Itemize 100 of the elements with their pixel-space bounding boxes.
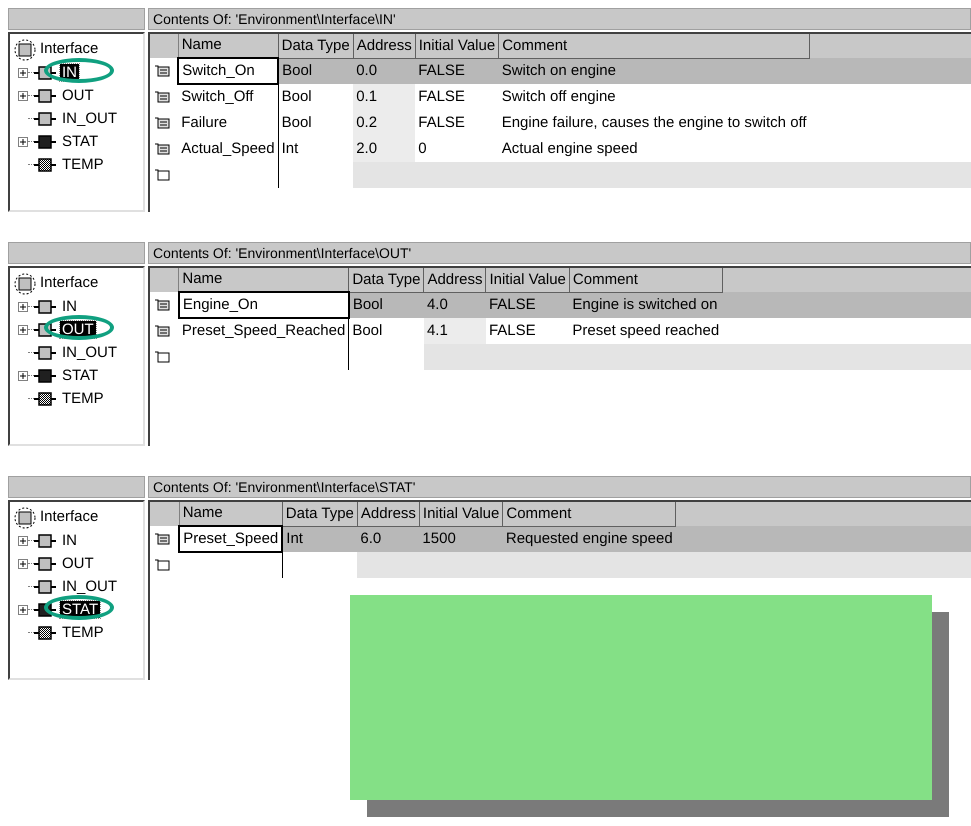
tree-item[interactable]: OUT xyxy=(60,320,96,338)
interface-icon xyxy=(14,506,36,528)
table-cell: Int xyxy=(282,526,358,552)
tree-root-label[interactable]: Interface xyxy=(40,38,98,61)
column-header[interactable]: Name xyxy=(179,502,282,526)
tree-item[interactable]: OUT xyxy=(60,554,96,572)
expand-icon[interactable] xyxy=(18,90,28,100)
table-row[interactable]: Preset_Speed_Reached Bool 4.1 FALSE Preset speed reached xyxy=(150,318,971,344)
block-icon xyxy=(34,346,56,360)
block-icon xyxy=(34,602,56,616)
tree-item[interactable]: IN_OUT xyxy=(60,344,120,360)
table-row[interactable]: Switch_Off Bool 0.1 FALSE Switch off engine xyxy=(150,84,971,110)
column-header[interactable]: Initial Value xyxy=(415,34,499,58)
expand-icon[interactable] xyxy=(18,136,28,146)
column-header[interactable]: Data Type xyxy=(282,502,358,526)
column-header[interactable]: Address xyxy=(424,268,486,292)
tree-item[interactable]: STAT xyxy=(60,132,100,150)
table-cell: Bool xyxy=(348,318,424,344)
tree-item[interactable]: IN xyxy=(60,64,79,80)
table-cell: Engine is switched on xyxy=(569,292,722,318)
tree-item[interactable]: TEMP xyxy=(60,156,106,172)
tree-item[interactable]: TEMP xyxy=(60,390,106,406)
new-row-icon xyxy=(154,351,172,363)
highlight-ring xyxy=(44,594,114,620)
table-cell: 4.0 xyxy=(424,292,486,318)
tree-root-label[interactable]: Interface xyxy=(40,272,98,295)
block-icon xyxy=(34,322,56,336)
tree-item[interactable]: IN_OUT xyxy=(60,578,120,594)
block-icon xyxy=(34,134,56,148)
expand-icon[interactable] xyxy=(18,324,28,334)
table-cell: Preset_Speed xyxy=(179,526,282,552)
block-icon xyxy=(34,112,56,126)
column-header[interactable]: Data Type xyxy=(348,268,424,292)
interface-icon xyxy=(14,272,36,294)
table-cell: 1500 xyxy=(419,526,503,552)
table-cell: FALSE xyxy=(415,58,499,84)
table-cell: Switch_Off xyxy=(178,84,278,110)
column-header[interactable]: Address xyxy=(353,34,416,58)
tree-root-label[interactable]: Interface xyxy=(40,506,98,529)
row-icon xyxy=(154,65,172,77)
column-header[interactable]: Initial Value xyxy=(486,268,570,292)
block-icon xyxy=(34,580,56,594)
table-row[interactable]: Actual_Speed Int 2.0 0 Actual engine speed xyxy=(150,136,971,162)
tree-item[interactable]: IN xyxy=(60,532,79,548)
tree-item[interactable]: OUT xyxy=(60,86,96,104)
column-header[interactable]: Comment xyxy=(569,268,722,292)
block-icon xyxy=(34,66,56,80)
table-cell: Bool xyxy=(278,84,354,110)
new-row-icon xyxy=(154,169,172,181)
table-row[interactable]: Preset_Speed Int 6.0 1500 Requested engine speed xyxy=(150,526,971,552)
interface-icon xyxy=(14,38,36,60)
table-cell: FALSE xyxy=(486,318,570,344)
highlight-ring xyxy=(44,58,114,82)
column-header[interactable]: Address xyxy=(357,502,420,526)
table-row[interactable]: Engine_On Bool 4.0 FALSE Engine is switched on xyxy=(150,292,971,318)
block-icon xyxy=(34,158,56,172)
table-cell: Preset speed reached xyxy=(569,318,722,344)
tree-item[interactable]: TEMP xyxy=(60,624,106,640)
row-icon xyxy=(154,533,172,545)
block-icon xyxy=(34,300,56,314)
table-cell: Engine_On xyxy=(178,292,349,318)
block-icon xyxy=(34,88,56,102)
table-row[interactable]: Failure Bool 0.2 FALSE Engine failure, causes the engine to switch off xyxy=(150,110,971,136)
tree-item[interactable]: STAT xyxy=(60,366,100,384)
row-icon xyxy=(154,325,172,337)
expand-icon[interactable] xyxy=(18,604,28,614)
table-cell: Switch on engine xyxy=(498,58,810,84)
table-cell: 0.1 xyxy=(353,84,416,110)
table-cell: Bool xyxy=(278,58,354,84)
block-icon xyxy=(34,368,56,382)
row-icon xyxy=(154,117,172,129)
tree-item[interactable]: IN_OUT xyxy=(60,110,120,126)
table-cell: Bool xyxy=(278,110,354,136)
block-icon xyxy=(34,392,56,406)
column-header[interactable]: Name xyxy=(178,268,349,292)
table-cell: Preset_Speed_Reached xyxy=(178,318,349,344)
contents-title: Contents Of: 'Environment\Interface\STAT' xyxy=(148,476,971,498)
column-header[interactable]: Comment xyxy=(498,34,810,58)
expand-icon[interactable] xyxy=(18,536,28,546)
tree-item[interactable]: STAT xyxy=(60,600,100,618)
row-icon xyxy=(154,299,172,311)
table-row[interactable]: Switch_On Bool 0.0 FALSE Switch on engine xyxy=(150,58,971,84)
column-header[interactable]: Name xyxy=(178,34,278,58)
expand-icon[interactable] xyxy=(18,68,28,78)
table-cell: Actual_Speed xyxy=(178,136,278,162)
table-cell-text: Engine failure, causes the engine to switch off xyxy=(500,112,808,133)
column-header[interactable]: Data Type xyxy=(278,34,354,58)
expand-icon[interactable] xyxy=(18,558,28,568)
expand-icon[interactable] xyxy=(18,302,28,312)
new-row-icon xyxy=(154,559,172,571)
table-cell: 0.2 xyxy=(353,110,416,136)
table-cell: Switch off engine xyxy=(498,84,810,110)
table-cell: 4.1 xyxy=(424,318,486,344)
tree-item[interactable]: IN xyxy=(60,298,79,314)
block-icon xyxy=(34,626,56,640)
column-header[interactable]: Comment xyxy=(502,502,676,526)
table-cell: 0.0 xyxy=(353,58,416,84)
column-header[interactable]: Initial Value xyxy=(419,502,503,526)
row-icon xyxy=(154,143,172,155)
expand-icon[interactable] xyxy=(18,370,28,380)
